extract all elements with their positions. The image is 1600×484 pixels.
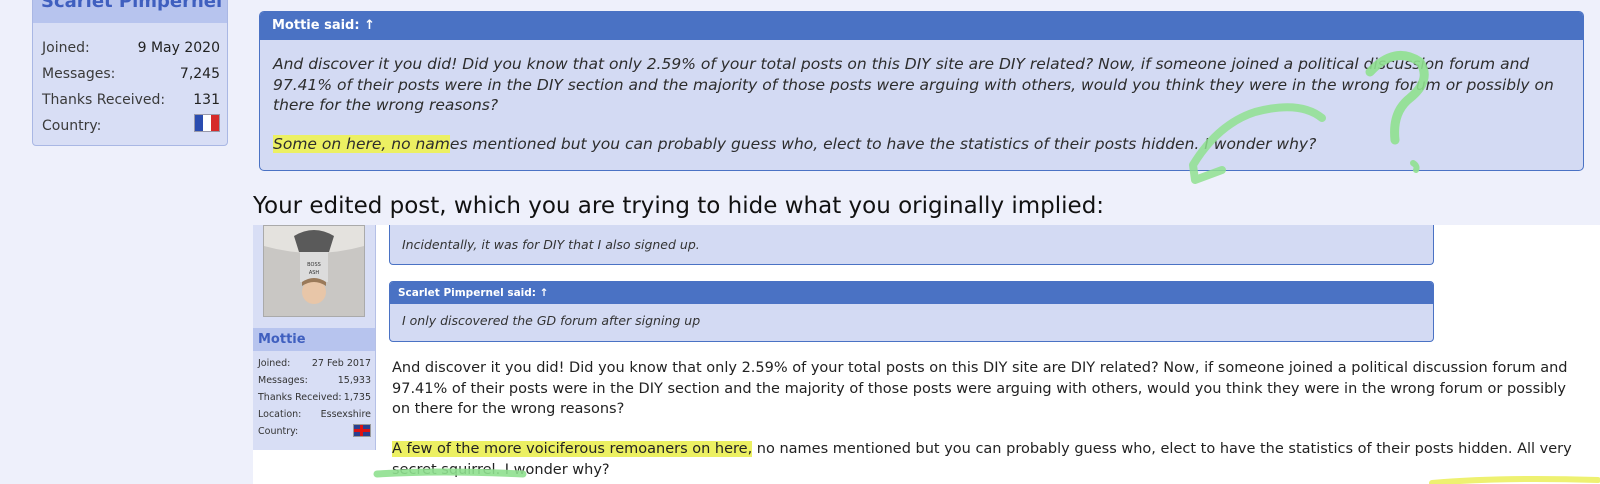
highlighted-text: Some on here, no nam — [273, 135, 450, 153]
stat-label: Thanks Received: — [258, 392, 342, 403]
stat-label: Joined: — [258, 358, 291, 369]
stat-country: Country: — [258, 424, 371, 437]
quote-header[interactable]: Scarlet Pimpernel said: ↑ — [390, 282, 1433, 304]
stat-thanks: Thanks Received: 1,735 — [258, 392, 371, 403]
stat-messages: Messages: 7,245 — [42, 66, 220, 82]
quote-paragraph-2: Some on here, no names mentioned but you… — [273, 135, 1568, 153]
quote-snippet: Incidentally, it was for DIY that I also… — [389, 225, 1434, 265]
stat-label: Country: — [258, 426, 299, 437]
user-card-scarlet: Scarlet Pimpernel Joined: 9 May 2020 Mes… — [32, 0, 228, 146]
stat-value: 131 — [193, 92, 220, 108]
quote-paragraph: And discover it you did! Did you know th… — [273, 55, 1554, 114]
stat-label: Country: — [42, 118, 102, 134]
highlighted-text: A few of the more voiciferous remoaners … — [392, 441, 753, 457]
caption: Your edited post, which you are trying t… — [253, 193, 1105, 219]
user-card-mottie: BOSS ASH Mottie Joined: 27 Feb 2017 Messa… — [253, 225, 376, 450]
stat-value: 1,735 — [343, 392, 371, 403]
quote-text: I only discovered the GD forum after sig… — [402, 313, 701, 328]
stat-location: Location: Essexshire — [258, 409, 371, 420]
quote-text: es mentioned but you can probably guess … — [449, 135, 1317, 153]
svg-text:BOSS: BOSS — [307, 262, 321, 268]
quote-block-mottie: Mottie said: ↑ And discover it you did! … — [259, 11, 1584, 171]
post-paragraph-2: A few of the more voiciferous remoaners … — [392, 439, 1572, 480]
post-paragraph: And discover it you did! Did you know th… — [392, 360, 1568, 417]
stat-value: 9 May 2020 — [137, 40, 220, 56]
quote-block-scarlet: Scarlet Pimpernel said: ↑ I only discove… — [389, 281, 1434, 342]
stat-country: Country: — [42, 114, 220, 134]
stat-value: Essexshire — [320, 409, 371, 420]
stat-label: Joined: — [42, 40, 90, 56]
stat-joined: Joined: 27 Feb 2017 — [258, 358, 371, 369]
stat-label: Location: — [258, 409, 302, 420]
stat-value: 7,245 — [179, 66, 220, 82]
stat-joined: Joined: 9 May 2020 — [42, 40, 220, 56]
stat-thanks: Thanks Received: 131 — [42, 92, 220, 108]
france-flag-icon — [194, 114, 220, 132]
stat-value: 15,933 — [337, 375, 371, 386]
stat-label: Thanks Received: — [42, 92, 166, 108]
stat-label: Messages: — [42, 66, 116, 82]
quote-header[interactable]: Mottie said: ↑ — [260, 12, 1583, 40]
stat-value: 27 Feb 2017 — [311, 358, 371, 369]
avatar[interactable]: BOSS ASH — [263, 225, 365, 317]
stat-label: Messages: — [258, 375, 308, 386]
username-link[interactable]: Scarlet Pimpernel — [33, 0, 227, 23]
stat-messages: Messages: 15,933 — [258, 375, 371, 386]
svg-text:ASH: ASH — [309, 270, 320, 276]
uk-flag-icon — [353, 424, 371, 437]
username-link[interactable]: Mottie — [253, 328, 375, 351]
